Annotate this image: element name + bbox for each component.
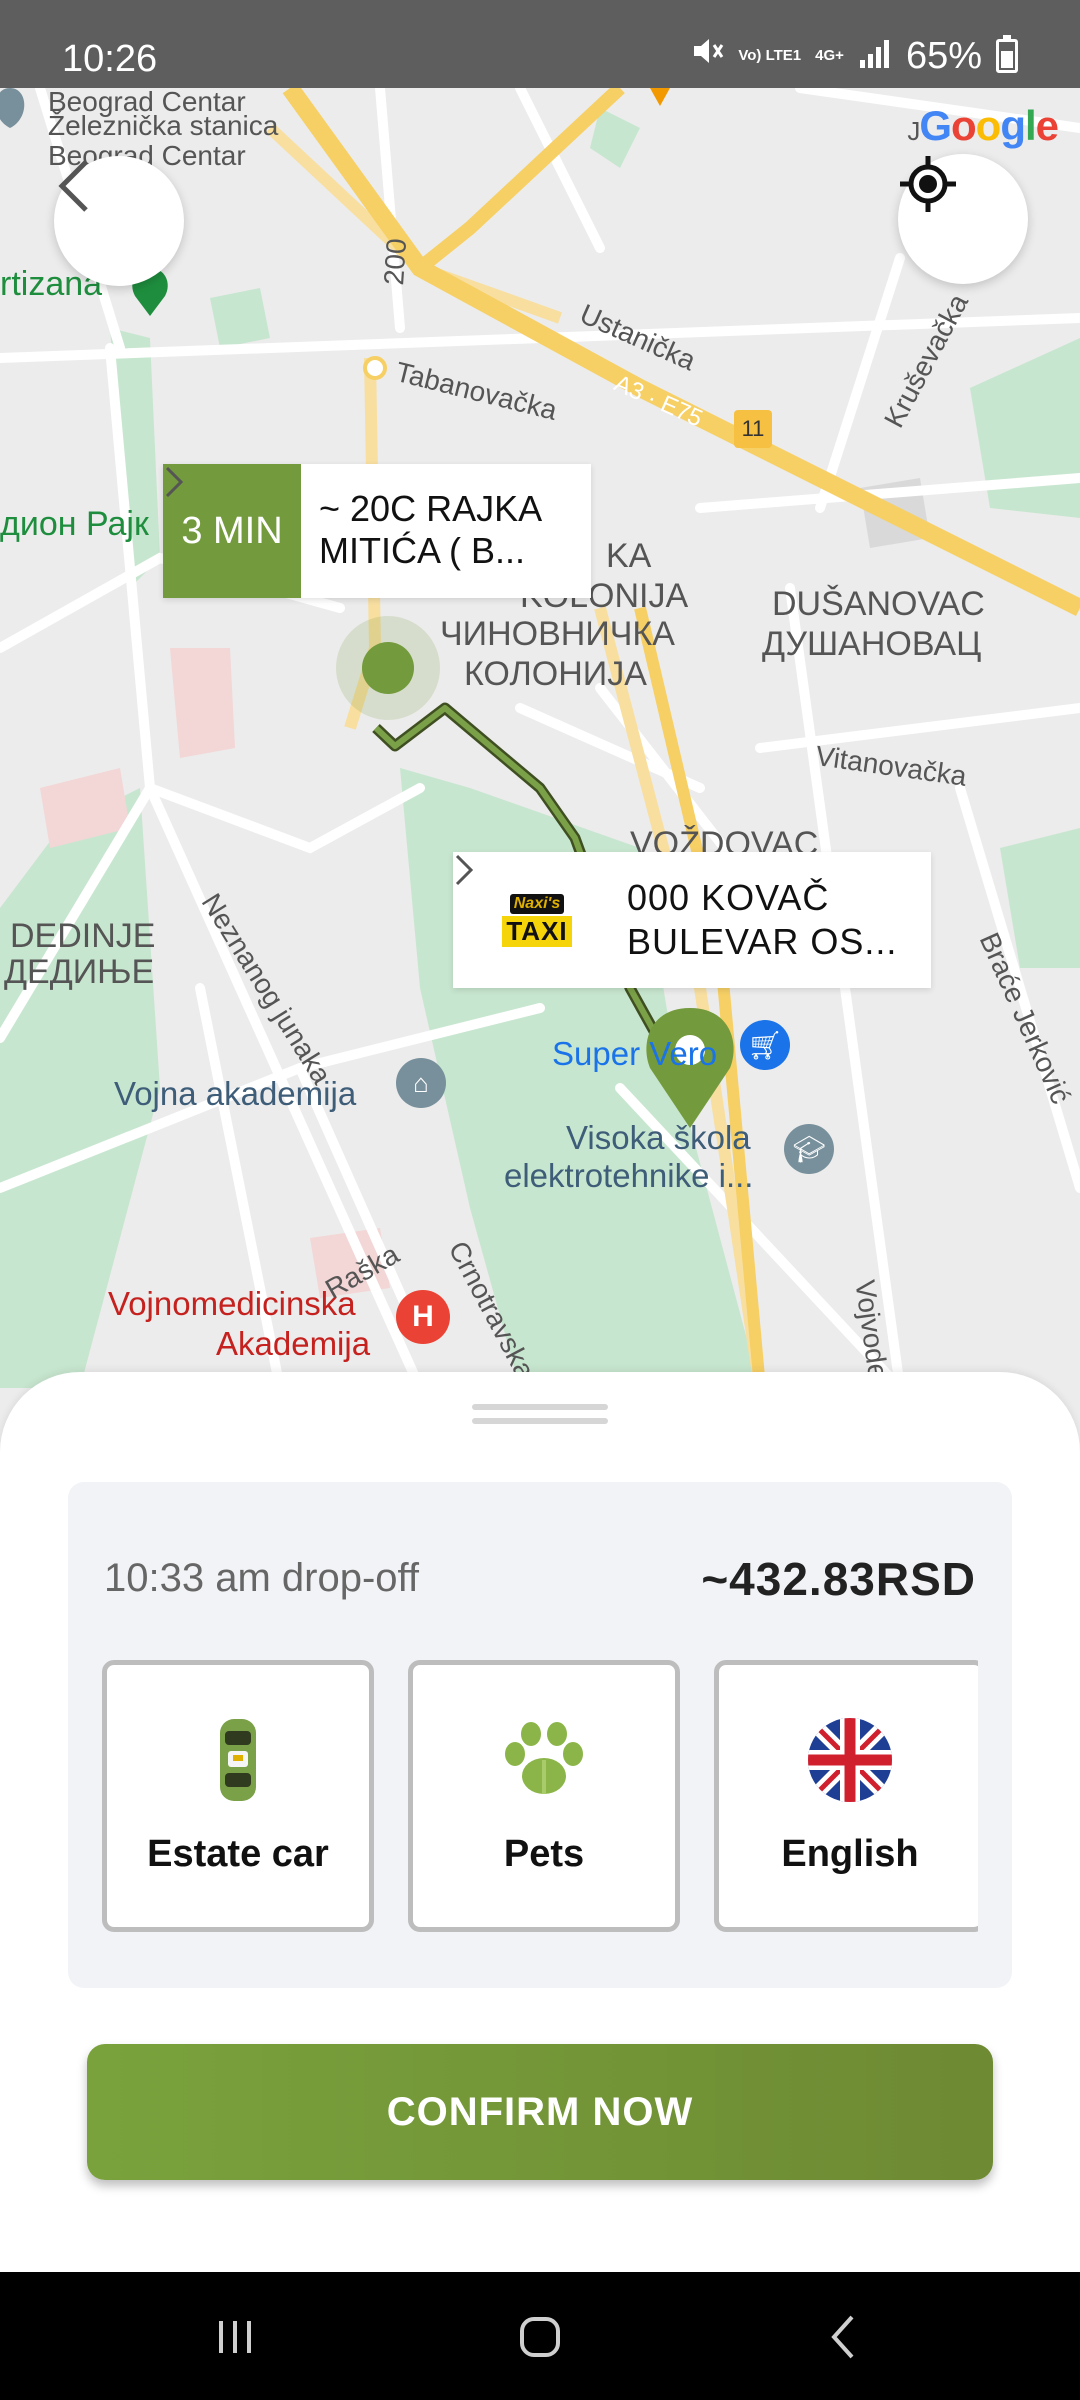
recent-apps-button[interactable]: [200, 2302, 270, 2372]
road-shield-11: 11: [734, 410, 772, 448]
recent-apps-icon: [219, 2321, 251, 2353]
map-label-super-vero: Super Vero: [552, 1035, 718, 1072]
status-time: 10:26: [62, 38, 158, 80]
shopping-cart-icon: 🛒︎: [740, 1020, 790, 1070]
map-label-kolonija-top: KA: [606, 537, 652, 575]
google-logo: JGoogle: [907, 102, 1059, 149]
pickup-address: ~ 20C RAJKA MITIĆA ( B...: [301, 464, 571, 598]
map-view[interactable]: 11 Beograd Centar Železnička stanica Beo…: [0, 88, 1080, 1388]
destination-address: 000 KOVAČ BULEVAR OS...: [627, 876, 911, 964]
school-icon: 🎓︎: [784, 1124, 834, 1174]
paw-icon: [499, 1715, 589, 1805]
destination-address-line1: 000 KOVAČ: [627, 877, 830, 918]
dropoff-time: 10:33 am drop-off: [104, 1556, 420, 1600]
car-icon: [193, 1715, 283, 1805]
destination-card[interactable]: Naxi's TAXI 000 KOVAČ BULEVAR OS...: [453, 852, 931, 988]
destination-address-line2: BULEVAR OS...: [627, 921, 898, 962]
volte-indicator: Vo) LTE1: [738, 47, 802, 64]
map-label-dedinje-cyr: ДЕДИЊЕ: [4, 953, 155, 991]
map-label-stadium: дион Рајк: [0, 505, 149, 543]
network-type: 4G+: [815, 47, 844, 64]
taxi-logo-top: Naxi's: [509, 893, 565, 914]
status-bar: 10:26 Vo) LTE1 4G+ 65%: [0, 0, 1080, 88]
map-label-dusanovac-cyr: ДУШАНОВАЦ: [762, 625, 982, 663]
option-label: Pets: [503, 1833, 585, 1875]
map-label-chinovnichka-1: ЧИНОВНИЧКА: [440, 615, 675, 653]
battery-percent: 65%: [905, 34, 982, 77]
mute-icon: [690, 34, 724, 78]
map-label-vojnomedicinska-2: Akademija: [216, 1325, 371, 1362]
ride-options-row[interactable]: Estate car Pets English: [102, 1660, 978, 1934]
locate-icon: [900, 156, 956, 212]
home-icon: [520, 2317, 560, 2357]
confirm-now-button[interactable]: CONFIRM NOW: [87, 2044, 993, 2180]
taxi-logo-icon: Naxi's TAXI: [491, 885, 583, 955]
map-label-station-1: Železnička stanica: [48, 110, 279, 141]
map-label-chinovnichka-2: КОЛОНИЈА: [464, 655, 647, 693]
option-pets[interactable]: Pets: [408, 1660, 680, 1932]
system-nav-bar: [0, 2272, 1080, 2400]
pickup-address-line2: MITIĆA ( B...: [319, 530, 526, 571]
signal-icon: [858, 35, 892, 78]
status-icons: Vo) LTE1 4G+ 65%: [690, 34, 1018, 78]
price-estimate: ~432.83RSD: [701, 1553, 976, 1605]
chevron-left-icon: [58, 160, 88, 212]
sheet-drag-handle-line[interactable]: [472, 1418, 608, 1424]
battery-icon: [996, 35, 1018, 73]
chevron-right-icon: [165, 464, 591, 598]
my-location-button[interactable]: [898, 154, 1028, 284]
map-label-road-200: 200: [378, 237, 413, 287]
taxi-logo-bottom: TAXI: [502, 915, 572, 947]
uk-flag-icon: [805, 1715, 895, 1805]
sheet-drag-handle[interactable]: [472, 1404, 608, 1410]
trip-summary-panel: 10:33 am drop-off ~432.83RSD Estate car: [68, 1482, 1012, 1988]
map-label-vojna-akademija: Vojna akademija: [114, 1075, 357, 1112]
pickup-eta-card[interactable]: 3 MIN ~ 20C RAJKA MITIĆA ( B...: [163, 464, 591, 598]
ride-details-sheet: 10:33 am drop-off ~432.83RSD Estate car: [0, 1372, 1080, 2272]
back-button[interactable]: [54, 156, 184, 286]
option-estate-car[interactable]: Estate car: [102, 1660, 374, 1932]
map-label-vojnomedicinska-1: Vojnomedicinska: [108, 1285, 356, 1322]
back-arrow-icon: [831, 2315, 854, 2359]
map-label-visoka-skola-2: elektrotehnike i...: [504, 1157, 754, 1194]
hospital-icon: H: [396, 1290, 450, 1344]
home-button[interactable]: [505, 2302, 575, 2372]
map-label-dusanovac: DUŠANOVAC: [772, 585, 985, 623]
landmark-icon: ⌂: [396, 1058, 446, 1108]
option-label: Estate car: [147, 1833, 329, 1875]
option-english[interactable]: English: [714, 1660, 978, 1932]
map-label-visoka-skola-1: Visoka škola: [566, 1119, 751, 1156]
option-label: English: [781, 1833, 919, 1875]
nav-back-button[interactable]: [808, 2302, 878, 2372]
pickup-address-line1: ~ 20C RAJKA: [319, 488, 543, 529]
map-label-dedinje: DEDINJE: [10, 917, 156, 955]
